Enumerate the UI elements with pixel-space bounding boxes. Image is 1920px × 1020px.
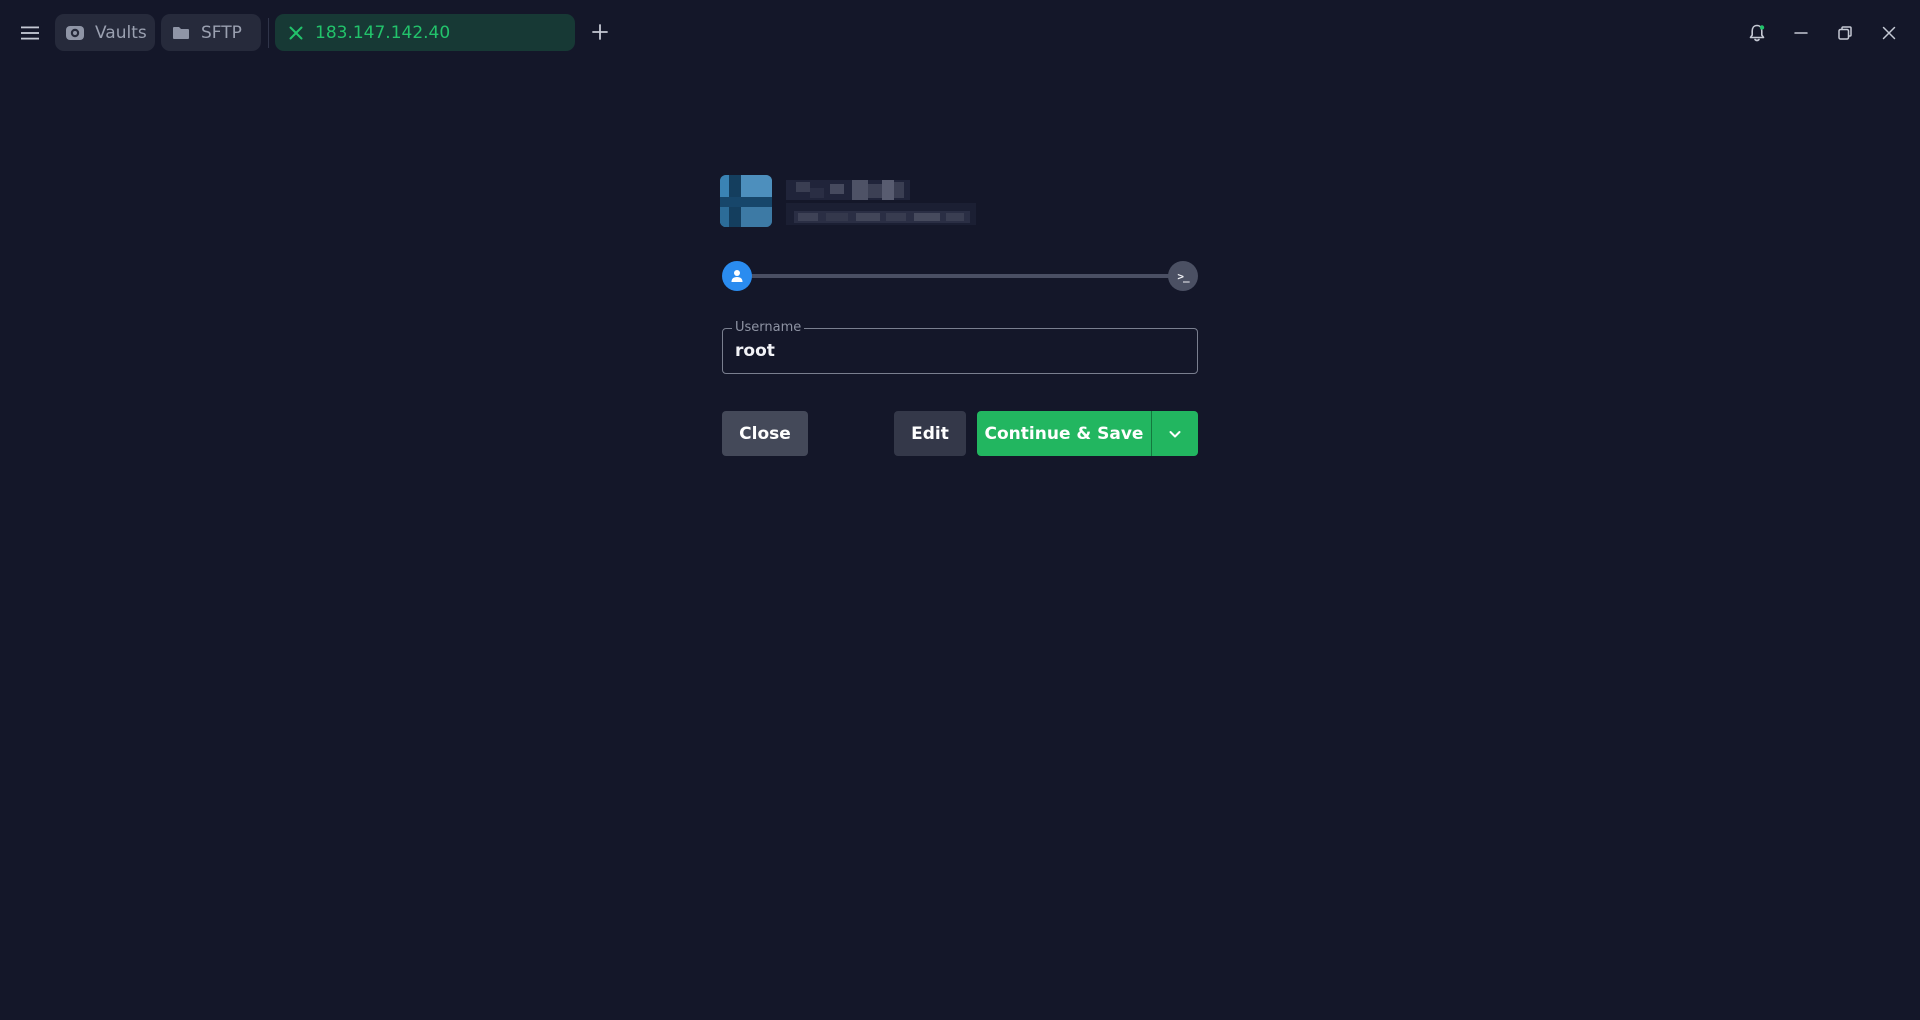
hamburger-menu-icon[interactable] — [17, 21, 43, 45]
username-input[interactable] — [735, 329, 1185, 373]
username-field: Username — [722, 320, 1198, 374]
continue-save-button[interactable]: Continue & Save — [977, 411, 1151, 456]
close-icon[interactable] — [285, 22, 307, 44]
tab-sftp[interactable]: SFTP — [161, 14, 261, 51]
close-button[interactable]: Close — [722, 411, 808, 456]
plus-icon[interactable] — [588, 20, 612, 44]
user-icon — [729, 268, 745, 284]
tab-label: SFTP — [201, 22, 242, 43]
chevron-down-icon — [1167, 426, 1183, 442]
minimize-icon[interactable] — [1788, 20, 1814, 46]
host-address-redacted — [786, 203, 976, 225]
host-name-redacted — [786, 180, 910, 200]
bell-icon[interactable] — [1744, 20, 1770, 46]
tab-label: Vaults — [95, 22, 147, 43]
progress-track — [742, 274, 1182, 278]
title-bar: Vaults SFTP 183.147.142.40 — [0, 0, 1920, 64]
step-user — [722, 261, 752, 291]
terminal-icon: >_ — [1177, 269, 1189, 283]
tab-label: 183.147.142.40 — [315, 22, 451, 43]
connection-progress: >_ — [722, 260, 1198, 292]
restore-icon[interactable] — [1832, 20, 1858, 46]
tab-host-active[interactable]: 183.147.142.40 — [275, 14, 575, 51]
host-avatar-icon — [720, 175, 772, 227]
vault-icon — [64, 22, 86, 44]
continue-options-button[interactable] — [1152, 411, 1198, 456]
tab-vaults[interactable]: Vaults — [55, 14, 155, 51]
step-terminal: >_ — [1168, 261, 1198, 291]
window-close-icon[interactable] — [1876, 20, 1902, 46]
tab-divider — [268, 18, 269, 48]
edit-button[interactable]: Edit — [894, 411, 966, 456]
folder-icon — [170, 22, 192, 44]
